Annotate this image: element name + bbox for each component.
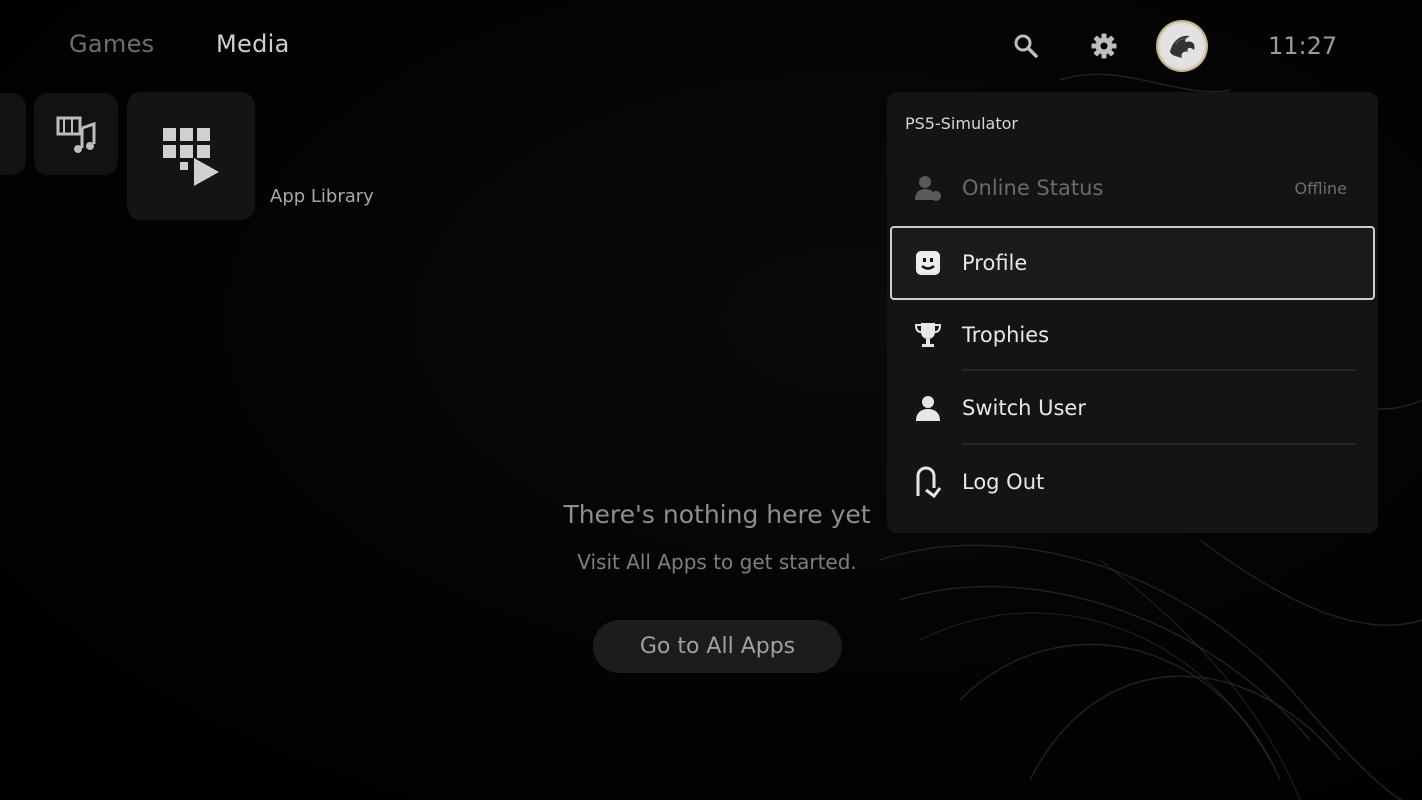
online-status-icon	[912, 172, 944, 204]
menu-item-label: Switch User	[962, 396, 1086, 420]
menu-username: PS5-Simulator	[905, 114, 1018, 133]
log-out-icon	[912, 466, 944, 498]
menu-item-label: Log Out	[962, 470, 1045, 494]
ps5-home-screen: Games Media 11:27 App Library There's no…	[0, 0, 1422, 800]
profile-icon	[912, 247, 944, 279]
profile-menu: PS5-Simulator Online Status Offline Prof…	[887, 92, 1378, 533]
grid-icon	[0, 114, 8, 154]
media-music-icon	[56, 116, 96, 153]
dragon-avatar-icon	[1160, 24, 1204, 68]
menu-item-label: Online Status	[962, 176, 1104, 200]
menu-item-profile[interactable]: Profile	[890, 226, 1375, 300]
tile-partial[interactable]	[0, 93, 26, 175]
trophy-icon	[912, 319, 944, 351]
tab-games[interactable]: Games	[69, 30, 154, 58]
avatar[interactable]	[1158, 22, 1206, 70]
gear-icon	[1091, 33, 1117, 59]
tab-media[interactable]: Media	[216, 30, 290, 58]
empty-state-subtitle: Visit All Apps to get started.	[577, 550, 857, 574]
menu-item-label: Profile	[962, 251, 1028, 275]
menu-item-trophies[interactable]: Trophies	[890, 298, 1375, 372]
menu-item-label: Trophies	[962, 323, 1050, 347]
go-to-all-apps-button[interactable]: Go to All Apps	[593, 620, 842, 673]
tile-media-gallery[interactable]	[34, 93, 118, 175]
clock: 11:27	[1268, 32, 1338, 60]
tile-app-library[interactable]	[127, 92, 255, 220]
search-button[interactable]	[1010, 30, 1042, 62]
menu-item-online-status[interactable]: Online Status Offline	[890, 151, 1375, 225]
settings-button[interactable]	[1088, 30, 1120, 62]
search-icon	[1014, 34, 1038, 58]
app-library-label: App Library	[270, 186, 374, 207]
app-library-icon	[163, 128, 219, 186]
user-icon	[912, 392, 944, 424]
online-status-value: Offline	[1294, 178, 1348, 198]
menu-item-switch-user[interactable]: Switch User	[890, 371, 1375, 445]
menu-item-log-out[interactable]: Log Out	[890, 445, 1375, 519]
